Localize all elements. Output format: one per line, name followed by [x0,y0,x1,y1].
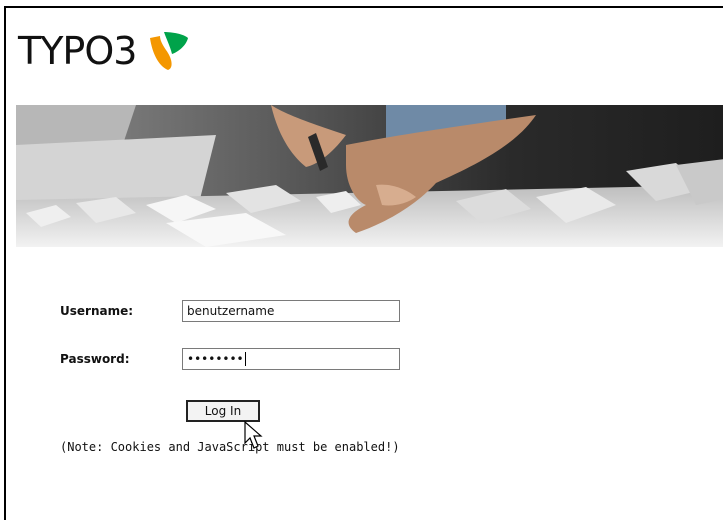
architect-model-banner [16,105,723,247]
username-value: benutzername [187,304,275,318]
text-caret [244,352,246,366]
username-input[interactable]: benutzername [182,300,400,322]
password-value: •••••••• [187,352,244,366]
cookie-javascript-note: (Note: Cookies and JavaScript must be en… [60,440,400,454]
login-page: TYPO3 Username: benutzername Password: •… [4,6,723,520]
login-button[interactable]: Log In [186,400,260,422]
username-row: Username: benutzername [60,300,400,322]
password-row: Password: •••••••• [60,348,400,370]
mouse-pointer-icon [244,421,263,449]
password-label: Password: [60,352,130,366]
typo3-logo: TYPO3 [18,26,190,76]
username-label: Username: [60,304,134,318]
typo3-logo-icon [150,32,189,70]
password-input[interactable]: •••••••• [182,348,400,370]
logo-text: TYPO3 [18,29,137,73]
banner-image [16,105,723,247]
